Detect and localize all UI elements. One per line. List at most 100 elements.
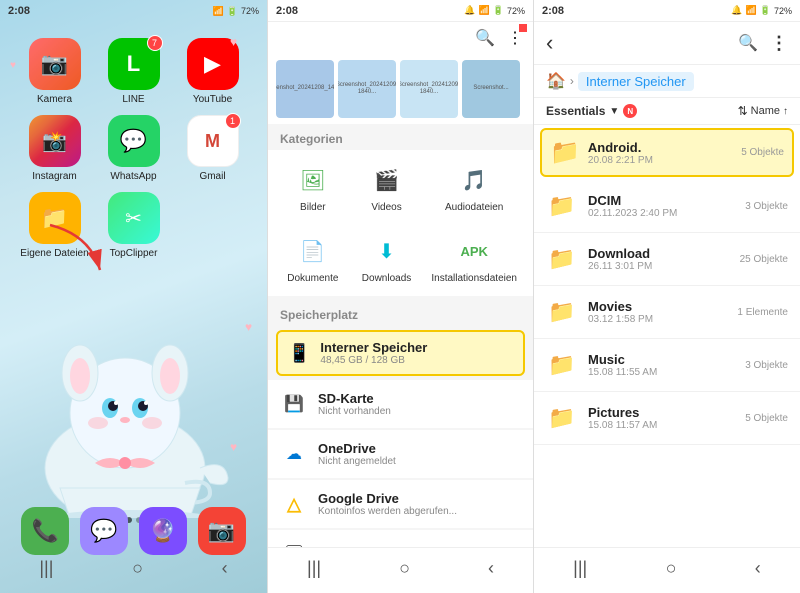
wifi-icon-p2: 🔋 [493,5,504,16]
screenshot-3[interactable]: Screenshot_20241209-1840... [400,60,458,118]
bottom-nav-panel1: ||| ○ ‹ [0,548,267,589]
pictures-icon: 📁 [546,402,578,434]
file-manager-panel: 2:08 🔔 📶 🔋 72% 🔍 ⋮ Screenshot_20241208_1… [267,0,534,593]
nav-back-btn-3[interactable]: ‹ [739,554,777,583]
category-dokumente[interactable]: 📄 Dokumente [280,227,346,290]
topclipper-icon-img: ✂ [108,192,160,244]
menu-icon-p2[interactable]: ⋮ [507,28,523,48]
status-bar-panel2: 2:08 🔔 📶 🔋 72% [268,0,533,22]
android-folder-count: 5 Objekte [741,147,784,158]
screenshot-2[interactable]: Screenshot_20241209-1840... [338,60,396,118]
movies-icon: 📁 [546,296,578,328]
sd-info: SD-Karte Nicht vorhanden [318,391,521,417]
battery-p2: 72% [507,6,525,16]
essentials-button[interactable]: Essentials ▼ N [546,104,637,118]
sort-button[interactable]: ⇅ Name ↑ [738,104,788,118]
wifi-icon-p3: 🔋 [760,5,771,16]
heart-decoration-4: ♥ [10,60,16,71]
music-icon: 📁 [546,349,578,381]
home-screen: 2:08 📶 🔋 72% 📷 Kamera L 7 LINE ▶ [0,0,267,593]
bilder-icon: 🖼 [295,162,331,198]
instagram-label: Instagram [32,171,76,182]
bilder-label: Bilder [300,202,326,213]
pictures-date: 15.08 11:57 AM [588,420,735,431]
dcim-icon: 📁 [546,190,578,222]
folder-pictures[interactable]: 📁 Pictures 15.08 11:57 AM 5 Objekte [534,392,800,445]
dcim-info: DCIM 02.11.2023 2:40 PM [588,193,735,219]
essentials-dropdown-icon: ▼ [609,106,619,117]
dokumente-icon: 📄 [295,233,331,269]
app-line[interactable]: L 7 LINE [99,38,168,105]
sort-icon: ⇅ [738,104,748,118]
sort-arrow-icon: ↑ [783,106,788,117]
cinnamoroll-svg [10,318,240,518]
panel3-header: ‹ 🔍 ⋮ [534,22,800,65]
heart-decoration-1: ♥ [230,35,237,49]
panel2-header: 🔍 ⋮ [268,22,533,54]
nav-back-btn-1[interactable]: ‹ [206,554,244,583]
nav-back-btn-2[interactable]: ‹ [472,554,510,583]
back-button[interactable]: ‹ [546,30,553,56]
heart-decoration-3: ♥ [230,440,237,454]
app-kamera[interactable]: 📷 Kamera [20,38,89,105]
notif-icon-p2: 🔔 [464,5,475,16]
music-date: 15.08 11:55 AM [588,367,735,378]
videos-label: Videos [371,202,401,213]
sd-name: SD-Karte [318,391,521,406]
nav-menu-btn-3[interactable]: ||| [557,554,603,583]
folder-movies[interactable]: 📁 Movies 03.12 1:58 PM 1 Elemente [534,286,800,339]
gmail-label: Gmail [199,171,225,182]
download-icon: 📁 [546,243,578,275]
nav-home-btn-1[interactable]: ○ [116,554,159,583]
downloads-label: Downloads [362,273,411,284]
app-instagram[interactable]: 📸 Instagram [20,115,89,182]
category-grid: 🖼 Bilder 🎬 Videos 🎵 Audiodateien 📄 Dokum… [268,150,533,296]
filter-row: Essentials ▼ N ⇅ Name ↑ [534,98,800,125]
music-count: 3 Objekte [745,360,788,371]
instagram-icon-img: 📸 [29,115,81,167]
app-gmail[interactable]: M 1 Gmail [178,115,247,182]
movies-date: 03.12 1:58 PM [588,314,727,325]
pictures-info: Pictures 15.08 11:57 AM [588,405,735,431]
gdrive-detail: Kontoinfos werden abgerufen... [318,506,521,517]
status-icons-panel2: 🔔 📶 🔋 72% [464,5,525,16]
nav-home-btn-2[interactable]: ○ [383,554,426,583]
storage-gdrive[interactable]: △ Google Drive Kontoinfos werden abgeruf… [268,480,533,528]
kamera-label: Kamera [37,94,72,105]
folder-music[interactable]: 📁 Music 15.08 11:55 AM 3 Objekte [534,339,800,392]
screenshot-4[interactable]: Screenshot... [462,60,520,118]
search-icon-p2[interactable]: 🔍 [475,28,495,48]
download-count: 25 Objekte [740,254,788,265]
category-apk[interactable]: APK Installationsdateien [427,227,521,290]
storage-interner[interactable]: 📱 Interner Speicher 48,45 GB / 128 GB [276,330,525,376]
download-info: Download 26.11 3:01 PM [588,246,730,272]
nav-menu-btn-2[interactable]: ||| [291,554,337,583]
onedrive-icon: ☁ [280,440,308,468]
onedrive-name: OneDrive [318,441,521,456]
sort-label: Name [751,105,780,117]
folder-android[interactable]: 📁 Android. 20.08 2:21 PM 5 Objekte [540,128,794,177]
more-icon-p3[interactable]: ⋮ [770,33,788,54]
breadcrumb-current-label: Interner Speicher [578,72,694,91]
sd-detail: Nicht vorhanden [318,406,521,417]
folder-dcim[interactable]: 📁 DCIM 02.11.2023 2:40 PM 3 Objekte [534,180,800,233]
category-videos[interactable]: 🎬 Videos [354,156,420,219]
breadcrumb-home-icon[interactable]: 🏠 [546,71,566,91]
app-whatsapp[interactable]: 💬 WhatsApp [99,115,168,182]
signal-icon: 📶 [213,6,224,17]
storage-sd[interactable]: 💾 SD-Karte Nicht vorhanden [268,380,533,428]
gdrive-info: Google Drive Kontoinfos werden abgerufen… [318,491,521,517]
folder-download[interactable]: 📁 Download 26.11 3:01 PM 25 Objekte [534,233,800,286]
category-bilder[interactable]: 🖼 Bilder [280,156,346,219]
gmail-icon-img: M 1 [187,115,239,167]
category-downloads[interactable]: ⬇ Downloads [354,227,420,290]
category-audio[interactable]: 🎵 Audiodateien [427,156,521,219]
nav-home-btn-3[interactable]: ○ [650,554,693,583]
gmail-badge: 1 [225,113,241,129]
interner-icon: 📱 [288,343,310,364]
search-icon-p3[interactable]: 🔍 [738,33,758,53]
screenshot-1[interactable]: Screenshot_20241208_1408... [276,60,334,118]
nav-menu-btn-1[interactable]: ||| [23,554,69,583]
folder-list: 📁 Android. 20.08 2:21 PM 5 Objekte 📁 DCI… [534,125,800,445]
storage-onedrive[interactable]: ☁ OneDrive Nicht angemeldet [268,430,533,478]
